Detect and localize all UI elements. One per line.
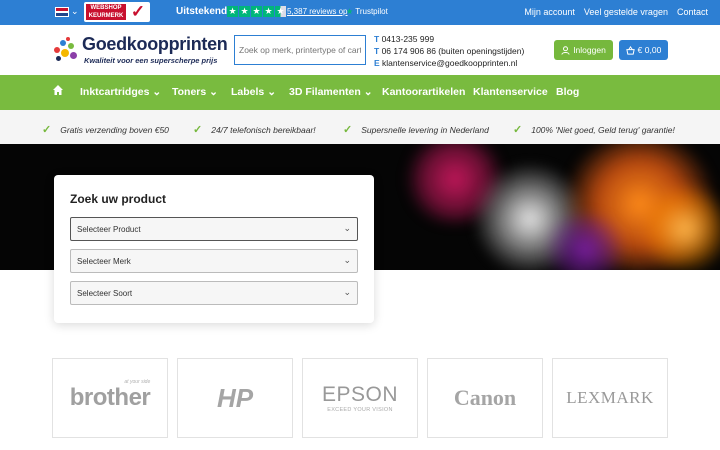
cart-icon: [625, 45, 635, 55]
usp-text: 24/7 telefonisch bereikbaar!: [211, 125, 316, 135]
phone-secondary[interactable]: 06 174 906 86 (buiten openingstijden): [382, 46, 525, 56]
nav-item-inktcartridges[interactable]: Inktcartridges ⌄: [80, 86, 161, 98]
check-icon: ✓: [193, 124, 203, 136]
logo-icon[interactable]: [52, 37, 80, 63]
nav-label: Toners: [172, 86, 207, 98]
usp-item: ✓ Supersnelle levering in Nederland: [343, 123, 489, 136]
contact-info: T 0413-235 999 T 06 174 906 86 (buiten o…: [374, 33, 524, 69]
brand-logo-epson: EPSON: [321, 383, 399, 406]
main-nav: Inktcartridges ⌄ Toners ⌄ Labels ⌄ 3D Fi…: [0, 75, 720, 110]
brand-logo-lexmark: LEXMARK: [566, 388, 654, 407]
trustpilot-link[interactable]: ★ Trustpilot: [346, 7, 388, 16]
brand-hp[interactable]: HP: [177, 358, 293, 438]
login-button[interactable]: Inloggen: [554, 40, 613, 60]
nav-label: 3D Filamenten: [289, 86, 361, 98]
select-type[interactable]: Selecteer Soort ⌄: [70, 281, 358, 305]
select-product[interactable]: Selecteer Product ⌄: [70, 217, 358, 241]
cart-total: € 0,00: [637, 45, 662, 55]
nav-item-klantenservice[interactable]: Klantenservice: [473, 86, 548, 98]
chevron-down-icon: ⌄: [152, 86, 162, 98]
brand-canon[interactable]: Canon: [427, 358, 543, 438]
brand-brother[interactable]: brother at your side: [52, 358, 168, 438]
star-icon: ★: [227, 6, 238, 17]
brand-sub-brother: at your side: [124, 379, 151, 385]
logo-name[interactable]: Goedkoopprinten: [82, 34, 228, 55]
usp-item: ✓ Gratis verzending boven €50: [42, 123, 169, 136]
nav-label: Inktcartridges: [80, 86, 150, 98]
nav-label: Labels: [231, 86, 265, 98]
rating-stars: ★ ★ ★ ★ ★: [227, 6, 286, 17]
nav-item-toners[interactable]: Toners ⌄: [172, 86, 218, 98]
usp-text: 100% 'Niet goed, Geld terug' garantie!: [531, 125, 675, 135]
keurmerk-text-1: WEBSHOP: [90, 5, 122, 11]
brand-grid: brother at your side HP EPSON EXCEED YOU…: [52, 358, 669, 438]
reviews-link[interactable]: 5,387 reviews op: [287, 7, 347, 16]
search-input[interactable]: [234, 35, 366, 65]
brand-epson[interactable]: EPSON EXCEED YOUR VISION: [302, 358, 418, 438]
nav-item-blog[interactable]: Blog: [556, 86, 579, 98]
cart-button[interactable]: € 0,00: [619, 40, 668, 60]
trustpilot-star-icon: ★: [346, 7, 354, 16]
star-icon: ★: [239, 6, 250, 17]
home-icon[interactable]: [52, 84, 64, 96]
check-icon: ✓: [42, 124, 52, 136]
check-icon: ✓: [513, 124, 523, 136]
select-product-value: Selecteer Product: [77, 225, 141, 234]
chevron-down-icon: ⌄: [343, 287, 351, 297]
check-icon: ✓: [343, 124, 353, 136]
nav-item-labels[interactable]: Labels ⌄: [231, 86, 276, 98]
nl-flag-icon[interactable]: [55, 7, 69, 17]
finder-title: Zoek uw product: [70, 192, 166, 206]
select-brand-value: Selecteer Merk: [77, 257, 131, 266]
chevron-down-icon: ⌄: [267, 86, 276, 98]
usp-bar: ✓ Gratis verzending boven €50 ✓ 24/7 telef…: [0, 110, 720, 144]
usp-text: Supersnelle levering in Nederland: [361, 125, 489, 135]
usp-item: ✓ 100% 'Niet goed, Geld terug' garantie!: [513, 123, 675, 136]
logo-tagline: Kwaliteit voor een superscherpe prijs: [84, 56, 218, 65]
nav-item-3d-filamenten[interactable]: 3D Filamenten ⌄: [289, 86, 373, 98]
brand-logo-canon: Canon: [453, 385, 517, 410]
chevron-down-icon[interactable]: ⌄: [71, 6, 79, 17]
star-icon: ★: [275, 6, 286, 17]
usp-item: ✓ 24/7 telefonisch bereikbaar!: [193, 123, 316, 136]
star-icon: ★: [251, 6, 262, 17]
check-icon: ✓: [130, 2, 146, 21]
my-account-link[interactable]: Mijn account: [524, 7, 575, 17]
keurmerk-text-2: KEURMERK: [88, 13, 124, 19]
trustpilot-label: Trustpilot: [355, 7, 388, 16]
product-finder: Zoek uw product Selecteer Product ⌄ Sele…: [54, 175, 374, 323]
brand-logo-brother: brother: [69, 384, 151, 411]
email-link[interactable]: klantenservice@goedkoopprinten.nl: [382, 58, 517, 68]
header: Goedkoopprinten Kwaliteit voor een super…: [0, 25, 720, 75]
login-label: Inloggen: [573, 45, 606, 55]
email-label: E: [374, 58, 380, 68]
contact-link[interactable]: Contact: [677, 7, 708, 17]
usp-text: Gratis verzending boven €50: [60, 125, 169, 135]
user-icon: [561, 45, 570, 55]
select-brand[interactable]: Selecteer Merk ⌄: [70, 249, 358, 273]
brand-sub-epson: EXCEED YOUR VISION: [327, 407, 393, 413]
rating-label: Uitstekend: [176, 6, 228, 17]
star-icon: ★: [263, 6, 274, 17]
top-links: Mijn account Veel gestelde vragen Contac…: [524, 7, 708, 17]
top-bar: ⌄ WEBSHOP KEURMERK ✓ Uitstekend ★ ★ ★ ★ ★…: [0, 0, 720, 25]
webshop-keurmerk-badge[interactable]: WEBSHOP KEURMERK ✓: [84, 2, 150, 22]
phone-label: T: [374, 46, 380, 56]
faq-link[interactable]: Veel gestelde vragen: [584, 7, 668, 17]
nav-item-kantoorartikelen[interactable]: Kantoorartikelen: [382, 86, 465, 98]
phone-primary[interactable]: 0413-235 999: [382, 34, 434, 44]
select-type-value: Selecteer Soort: [77, 289, 133, 298]
chevron-down-icon: ⌄: [209, 86, 218, 98]
brand-lexmark[interactable]: LEXMARK: [552, 358, 668, 438]
chevron-down-icon: ⌄: [363, 86, 373, 98]
brand-logo-hp: HP: [216, 382, 254, 413]
phone-label: T: [374, 34, 380, 44]
chevron-down-icon: ⌄: [343, 223, 351, 233]
chevron-down-icon: ⌄: [343, 255, 351, 265]
